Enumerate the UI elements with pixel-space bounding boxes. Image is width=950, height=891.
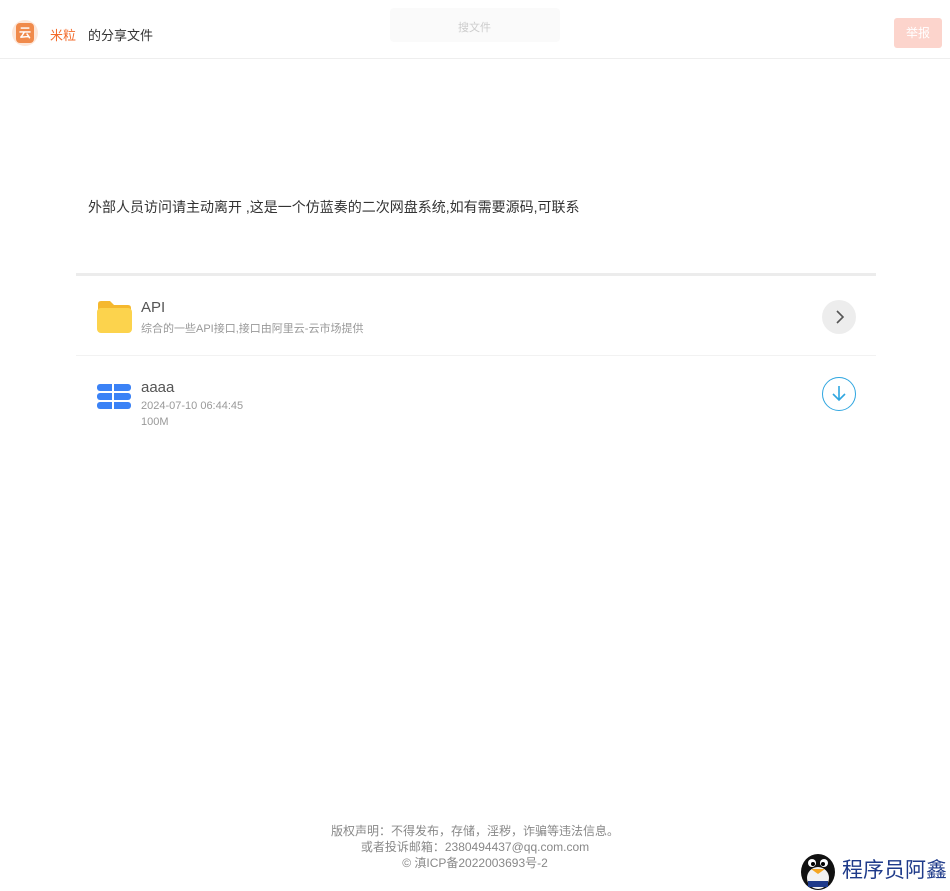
download-icon (832, 386, 846, 402)
watermark-text: 程序员阿鑫 (842, 858, 947, 882)
cloud-logo-icon: 云 (16, 23, 34, 43)
share-title: 的分享文件 (88, 28, 154, 43)
copyright-notice: 版权声明：不得发布，存储，淫秽，诈骗等违法信息。 (330, 824, 619, 838)
owner-name[interactable]: 米粒 (50, 25, 76, 44)
list-item-folder[interactable]: API 综合的一些API接口,接口由阿里云-云市场提供 (76, 276, 876, 356)
file-list: API 综合的一些API接口,接口由阿里云-云市场提供 aaaa 2024-07… (76, 273, 876, 436)
file-name[interactable]: aaaa (141, 379, 174, 396)
file-date: 2024-07-10 06:44:45 (141, 400, 244, 412)
file-stack-icon (97, 384, 131, 409)
report-button[interactable]: 举报 (894, 18, 942, 48)
share-description: 外部人员访问请主动离开 ,这是一个仿蓝奏的二次网盘系统,如有需要源码,可联系 (88, 199, 580, 215)
chevron-right-icon (836, 310, 845, 324)
search-placeholder: 搜文件 (458, 22, 491, 34)
enter-folder-button[interactable] (822, 300, 856, 334)
search-input[interactable]: 搜文件 (390, 8, 560, 42)
top-header: 云 米粒 的分享文件 搜文件 举报 (0, 0, 950, 59)
watermark: 程序员阿鑫 (798, 848, 950, 891)
penguin-icon (801, 854, 835, 890)
list-item-file[interactable]: aaaa 2024-07-10 06:44:45 100M (76, 356, 876, 436)
download-button[interactable] (822, 377, 856, 411)
folder-icon (97, 301, 132, 333)
file-size: 100M (141, 416, 169, 428)
folder-name[interactable]: API (141, 299, 165, 316)
folder-description: 综合的一些API接口,接口由阿里云-云市场提供 (141, 323, 364, 335)
app-logo[interactable]: 云 (12, 20, 38, 46)
